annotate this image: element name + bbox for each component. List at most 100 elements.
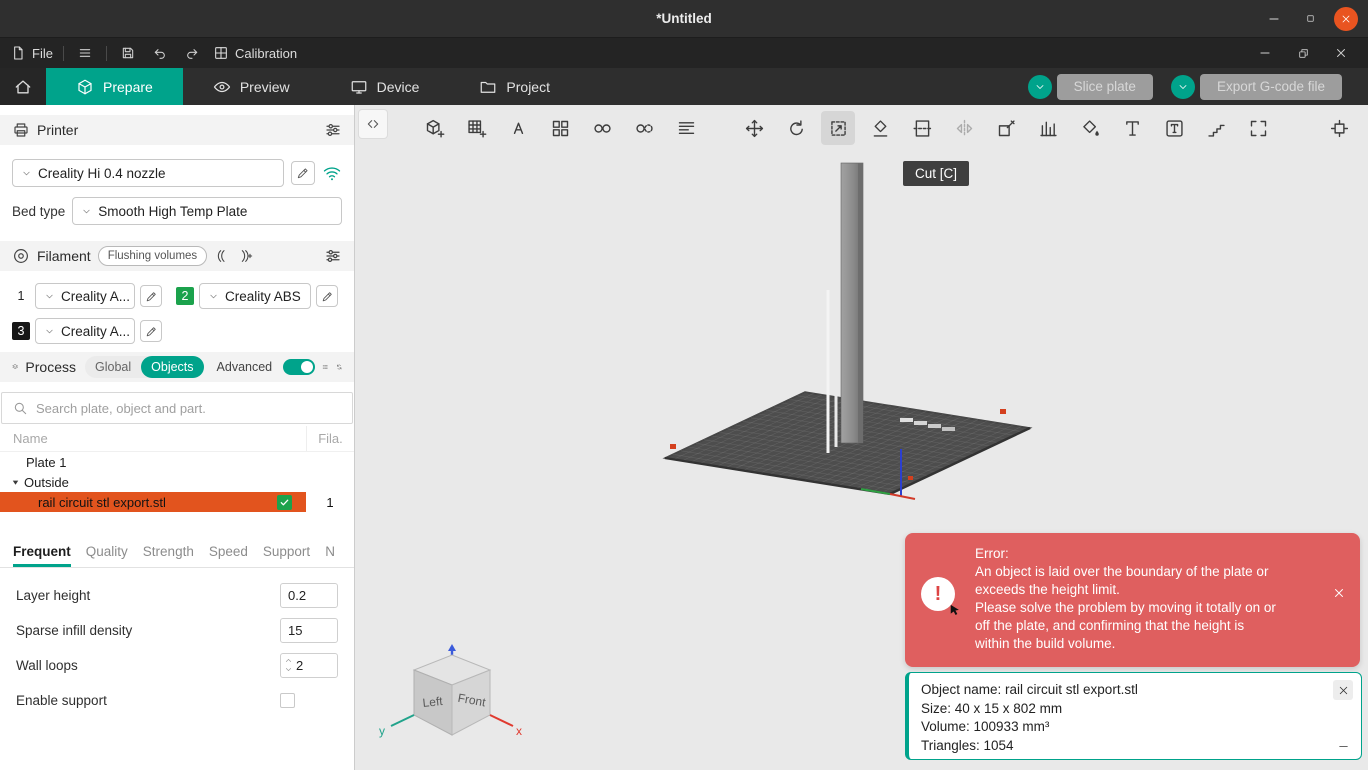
- tree-row-plate[interactable]: Plate 1: [0, 452, 354, 472]
- tab-device[interactable]: Device: [320, 68, 450, 105]
- menu-calibration[interactable]: Calibration: [213, 45, 297, 61]
- toggle-global[interactable]: Global: [85, 356, 141, 378]
- filament-2-select[interactable]: Creality ABS: [199, 283, 311, 309]
- orientation-cube[interactable]: Left Front x y: [377, 643, 527, 758]
- bed-type-select[interactable]: Smooth High Temp Plate: [72, 197, 342, 225]
- layer-height-input[interactable]: [280, 582, 338, 608]
- save-button[interactable]: [117, 42, 139, 64]
- search-input[interactable]: [36, 400, 342, 416]
- sparse-infill-density-input[interactable]: [280, 617, 338, 643]
- tab-more[interactable]: N: [325, 544, 335, 567]
- export-gcode-button[interactable]: Export G-code file: [1199, 73, 1342, 100]
- assembly-icon[interactable]: [1241, 111, 1275, 145]
- color-painting-icon[interactable]: [1073, 111, 1107, 145]
- undo-icon: [152, 45, 168, 61]
- printer-section-title: Printer: [37, 122, 79, 138]
- wifi-icon[interactable]: [322, 163, 342, 183]
- process-section-title: Process: [25, 359, 76, 375]
- tree-row-object[interactable]: rail circuit stl export.stl 1: [0, 492, 354, 512]
- emboss-icon[interactable]: [1157, 111, 1191, 145]
- titlebar-maximize-button[interactable]: [1298, 7, 1322, 31]
- scale-icon[interactable]: [821, 111, 855, 145]
- filament-1-edit-button[interactable]: [140, 285, 162, 307]
- add-plate-icon[interactable]: [459, 111, 493, 145]
- rotate-icon[interactable]: [779, 111, 813, 145]
- sync-icon[interactable]: [336, 358, 342, 376]
- menu-list-button[interactable]: [74, 42, 96, 64]
- collapse-sidebar-button[interactable]: [358, 109, 388, 139]
- redo-button[interactable]: [181, 42, 203, 64]
- move-icon[interactable]: [737, 111, 771, 145]
- home-button[interactable]: [0, 68, 46, 105]
- info-minimize-button[interactable]: [1333, 738, 1353, 754]
- tab-frequent[interactable]: Frequent: [13, 544, 71, 567]
- tab-preview[interactable]: Preview: [183, 68, 320, 105]
- param-list-icon[interactable]: [322, 358, 328, 376]
- filament-1-select[interactable]: Creality A...: [35, 283, 135, 309]
- cube-x-axis: [489, 714, 514, 727]
- param-row-layer-height: Layer height: [16, 582, 338, 608]
- titlebar-close-button[interactable]: [1334, 6, 1358, 31]
- filament-3-select[interactable]: Creality A...: [35, 318, 135, 344]
- support-painting-icon[interactable]: [1031, 111, 1065, 145]
- enable-support-checkbox[interactable]: [280, 692, 295, 708]
- edit-icon: [145, 325, 158, 338]
- app-close-button[interactable]: [1330, 42, 1352, 64]
- tab-speed[interactable]: Speed: [209, 544, 248, 567]
- app-restore-button[interactable]: [1292, 42, 1314, 64]
- object-info-name: Object name: rail circuit stl export.stl: [921, 682, 1138, 697]
- variable-layer-height-icon[interactable]: [669, 111, 703, 145]
- advanced-toggle[interactable]: [283, 359, 316, 375]
- seam-painting-icon[interactable]: [989, 111, 1023, 145]
- app-minimize-button[interactable]: [1254, 42, 1276, 64]
- chevron-down-icon: [44, 291, 55, 302]
- wall-loops-stepper[interactable]: 2: [280, 652, 338, 678]
- menu-file[interactable]: File: [10, 45, 53, 61]
- split-to-parts-icon[interactable]: [627, 111, 661, 145]
- object-info-panel: Object name: rail circuit stl export.stl…: [905, 672, 1362, 760]
- stepper-arrows[interactable]: [284, 656, 293, 674]
- measure-icon[interactable]: [1199, 111, 1233, 145]
- fit-plate-icon[interactable]: [1322, 111, 1356, 145]
- export-dropdown-button[interactable]: [1170, 74, 1195, 99]
- tree-row-outside[interactable]: Outside: [0, 472, 354, 492]
- device-monitor-icon: [350, 78, 368, 96]
- titlebar-minimize-button[interactable]: [1262, 7, 1286, 31]
- auto-orient-icon[interactable]: [501, 111, 535, 145]
- caret-down-icon[interactable]: [10, 477, 21, 488]
- filament-section-title: Filament: [37, 248, 91, 264]
- filament-3-edit-button[interactable]: [140, 320, 162, 342]
- filament-add-icon[interactable]: [237, 248, 253, 264]
- menu-file-label: File: [32, 45, 53, 61]
- arrange-icon[interactable]: [543, 111, 577, 145]
- split-to-objects-icon[interactable]: [585, 111, 619, 145]
- tab-support[interactable]: Support: [263, 544, 310, 567]
- undo-button[interactable]: [149, 42, 171, 64]
- mirror-icon[interactable]: [947, 111, 981, 145]
- slice-plate-button[interactable]: Slice plate: [1056, 73, 1153, 100]
- toggle-knob: [301, 361, 314, 373]
- slice-dropdown-button[interactable]: [1027, 74, 1052, 99]
- add-model-icon[interactable]: [417, 111, 451, 145]
- tab-strength[interactable]: Strength: [143, 544, 194, 567]
- printer-select[interactable]: Creality Hi 0.4 nozzle: [12, 159, 284, 187]
- close-icon: [1332, 586, 1346, 600]
- save-icon: [120, 45, 136, 61]
- tab-project[interactable]: Project: [449, 68, 580, 105]
- cut-icon[interactable]: [905, 111, 939, 145]
- filament-sync-icon[interactable]: [214, 248, 230, 264]
- printer-settings-icon[interactable]: [324, 121, 342, 139]
- info-close-button[interactable]: [1333, 680, 1353, 700]
- printer-edit-button[interactable]: [291, 161, 315, 185]
- filament-2-edit-button[interactable]: [316, 285, 338, 307]
- tab-prepare[interactable]: Prepare: [46, 68, 183, 105]
- filament-1-name: Creality A...: [61, 288, 131, 304]
- lay-on-face-icon[interactable]: [863, 111, 897, 145]
- flushing-volumes-button[interactable]: Flushing volumes: [97, 246, 208, 266]
- text-icon[interactable]: [1115, 111, 1149, 145]
- object-visible-checkbox[interactable]: [277, 494, 292, 510]
- filament-settings-icon[interactable]: [324, 247, 342, 265]
- error-close-button[interactable]: [1330, 585, 1348, 603]
- tab-quality[interactable]: Quality: [86, 544, 128, 567]
- toggle-objects[interactable]: Objects: [141, 356, 204, 378]
